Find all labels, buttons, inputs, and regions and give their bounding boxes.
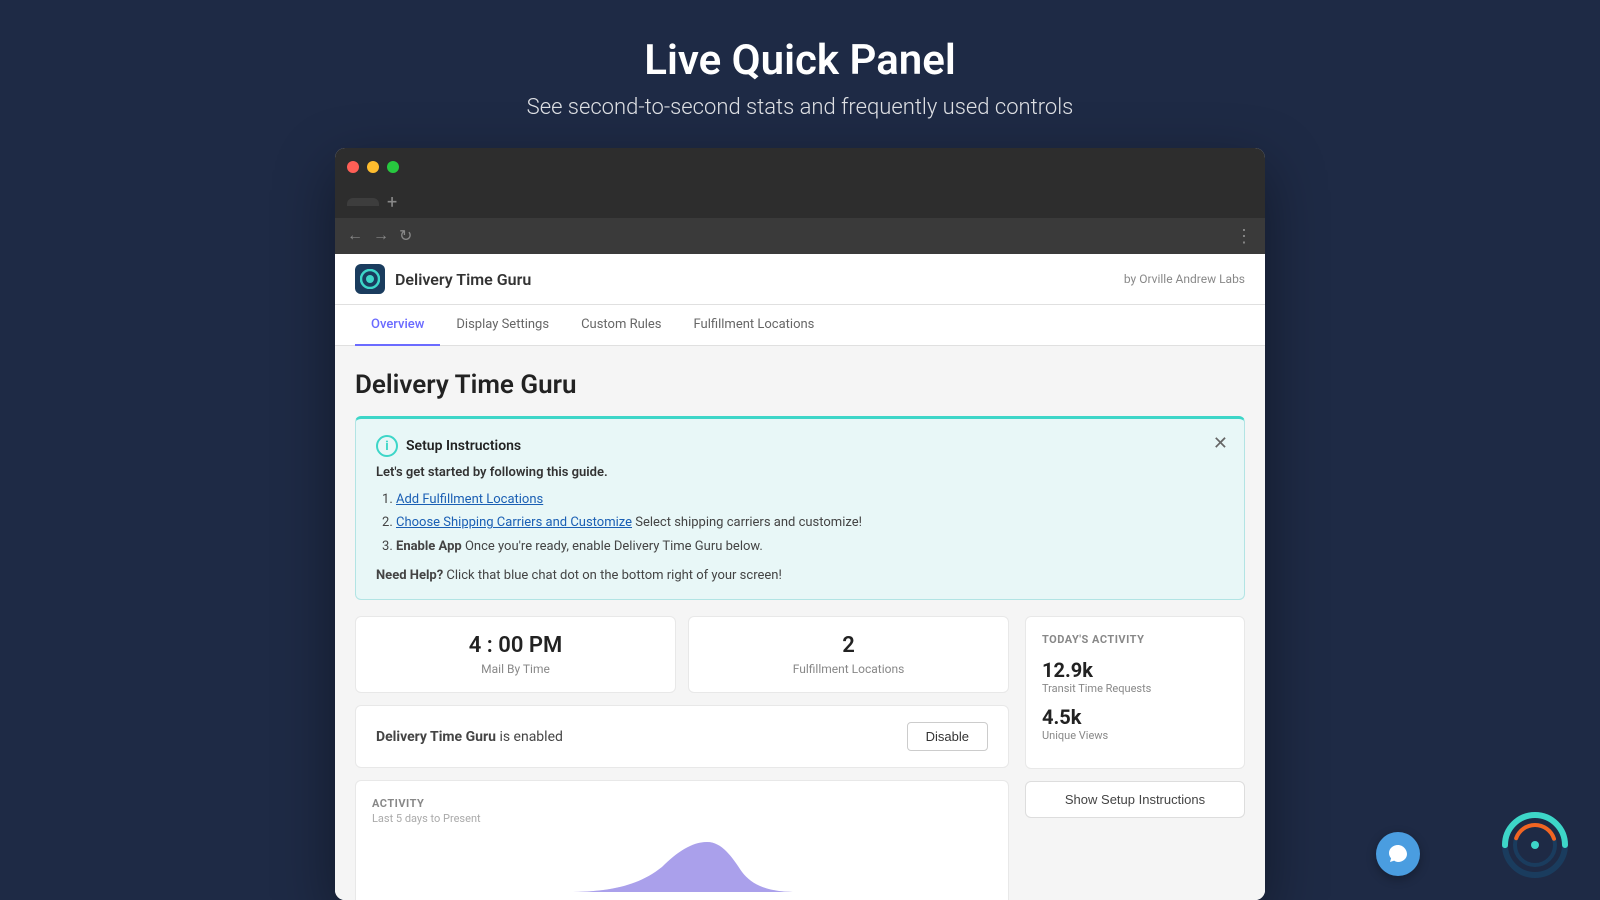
fulfillment-locations-label: Fulfillment Locations bbox=[705, 662, 992, 676]
unique-views-label: Unique Views bbox=[1042, 729, 1228, 742]
activity-card: ACTIVITY Last 5 days to Present bbox=[355, 780, 1009, 900]
app-logo-icon bbox=[355, 264, 385, 294]
today-title: TODAY'S ACTIVITY bbox=[1042, 633, 1228, 646]
page-hero: Live Quick Panel See second-to-second st… bbox=[527, 0, 1074, 148]
sidebar-column: TODAY'S ACTIVITY 12.9k Transit Time Requ… bbox=[1025, 616, 1245, 900]
step-3-text: Once you're ready, enable Delivery Time … bbox=[465, 539, 763, 554]
setup-steps-list: Add Fulfillment Locations Choose Shippin… bbox=[376, 488, 1224, 558]
today-activity-card: TODAY'S ACTIVITY 12.9k Transit Time Requ… bbox=[1025, 616, 1245, 769]
activity-chart-svg bbox=[507, 837, 857, 897]
chat-bubble-button[interactable] bbox=[1376, 832, 1420, 876]
browser-tab-bar: + bbox=[335, 186, 1265, 218]
setup-step-3: Enable App Once you're ready, enable Del… bbox=[396, 535, 1224, 558]
transit-requests-value: 12.9k bbox=[1042, 658, 1228, 682]
setup-card-header: i Setup Instructions bbox=[376, 435, 1224, 457]
unique-views-value: 4.5k bbox=[1042, 705, 1228, 729]
info-icon: i bbox=[376, 435, 398, 457]
forward-button[interactable]: → bbox=[373, 227, 389, 245]
logo-svg bbox=[360, 269, 380, 289]
need-help-label: Need Help? bbox=[376, 568, 443, 583]
choose-shipping-link[interactable]: Choose Shipping Carriers and Customize bbox=[396, 515, 632, 530]
back-button[interactable]: ← bbox=[347, 227, 363, 245]
setup-card-title: Setup Instructions bbox=[406, 438, 521, 454]
browser-titlebar bbox=[335, 148, 1265, 186]
app-header: Delivery Time Guru by Orville Andrew Lab… bbox=[335, 254, 1265, 305]
browser-menu-button[interactable]: ⋮ bbox=[1235, 226, 1253, 247]
enable-card: Delivery Time Guru is enabled Disable bbox=[355, 705, 1009, 768]
app-body: Delivery Time Guru i Setup Instructions … bbox=[335, 346, 1265, 900]
stat-card-time: 4 : 00 PM Mail By Time bbox=[355, 616, 676, 693]
setup-instructions-card: i Setup Instructions ✕ Let's get started… bbox=[355, 416, 1245, 600]
browser-navbar: ← → ↻ ⋮ bbox=[335, 218, 1265, 254]
setup-step-2: Choose Shipping Carriers and Customize S… bbox=[396, 511, 1224, 534]
browser-window: + ← → ↻ ⋮ Delivery Time Guru by Orville … bbox=[335, 148, 1265, 900]
minimize-dot[interactable] bbox=[367, 161, 379, 173]
gauge-svg bbox=[1500, 810, 1570, 880]
setup-close-button[interactable]: ✕ bbox=[1213, 433, 1228, 454]
hero-title: Live Quick Panel bbox=[527, 36, 1074, 85]
enabled-status: is enabled bbox=[499, 729, 562, 745]
tab-display-settings[interactable]: Display Settings bbox=[440, 305, 565, 346]
disable-button[interactable]: Disable bbox=[907, 722, 988, 751]
setup-help: Need Help? Click that blue chat dot on t… bbox=[376, 568, 1224, 583]
tab-fulfillment-locations[interactable]: Fulfillment Locations bbox=[678, 305, 831, 346]
gauge-icon bbox=[1500, 810, 1570, 880]
browser-tab[interactable] bbox=[347, 198, 379, 206]
page-title: Delivery Time Guru bbox=[355, 370, 1245, 400]
new-tab-button[interactable]: + bbox=[387, 192, 397, 213]
activity-subtitle: Last 5 days to Present bbox=[372, 812, 992, 825]
app-tabs: Overview Display Settings Custom Rules F… bbox=[335, 305, 1265, 346]
setup-step-1: Add Fulfillment Locations bbox=[396, 488, 1224, 511]
app-title: Delivery Time Guru bbox=[395, 270, 531, 289]
mail-by-time-label: Mail By Time bbox=[372, 662, 659, 676]
app-by-label: by Orville Andrew Labs bbox=[1124, 272, 1245, 286]
maximize-dot[interactable] bbox=[387, 161, 399, 173]
setup-subtitle: Let's get started by following this guid… bbox=[376, 465, 1224, 480]
app-content: Delivery Time Guru by Orville Andrew Lab… bbox=[335, 254, 1265, 900]
app-logo-area: Delivery Time Guru bbox=[355, 264, 531, 294]
app-name-label: Delivery Time Guru bbox=[376, 729, 496, 745]
add-fulfillment-link[interactable]: Add Fulfillment Locations bbox=[396, 492, 543, 507]
stats-column: 4 : 00 PM Mail By Time 2 Fulfillment Loc… bbox=[355, 616, 1009, 900]
hero-subtitle: See second-to-second stats and frequentl… bbox=[527, 95, 1074, 120]
enable-app-label: Enable App bbox=[396, 539, 462, 554]
mail-by-time-value: 4 : 00 PM bbox=[372, 633, 659, 658]
enable-text: Delivery Time Guru is enabled bbox=[376, 729, 563, 745]
step-2-text: Select shipping carriers and customize! bbox=[635, 515, 862, 530]
fulfillment-locations-value: 2 bbox=[705, 633, 992, 658]
activity-title: ACTIVITY bbox=[372, 797, 992, 810]
help-text: Click that blue chat dot on the bottom r… bbox=[446, 568, 781, 583]
transit-requests-label: Transit Time Requests bbox=[1042, 682, 1228, 695]
chat-icon bbox=[1387, 843, 1409, 865]
show-setup-button[interactable]: Show Setup Instructions bbox=[1025, 781, 1245, 818]
tab-custom-rules[interactable]: Custom Rules bbox=[565, 305, 677, 346]
tab-overview[interactable]: Overview bbox=[355, 305, 440, 346]
stats-activity-row: 4 : 00 PM Mail By Time 2 Fulfillment Loc… bbox=[355, 616, 1245, 900]
stat-card-locations: 2 Fulfillment Locations bbox=[688, 616, 1009, 693]
close-dot[interactable] bbox=[347, 161, 359, 173]
stats-row: 4 : 00 PM Mail By Time 2 Fulfillment Loc… bbox=[355, 616, 1009, 693]
activity-chart bbox=[372, 837, 992, 897]
reload-button[interactable]: ↻ bbox=[399, 226, 412, 246]
